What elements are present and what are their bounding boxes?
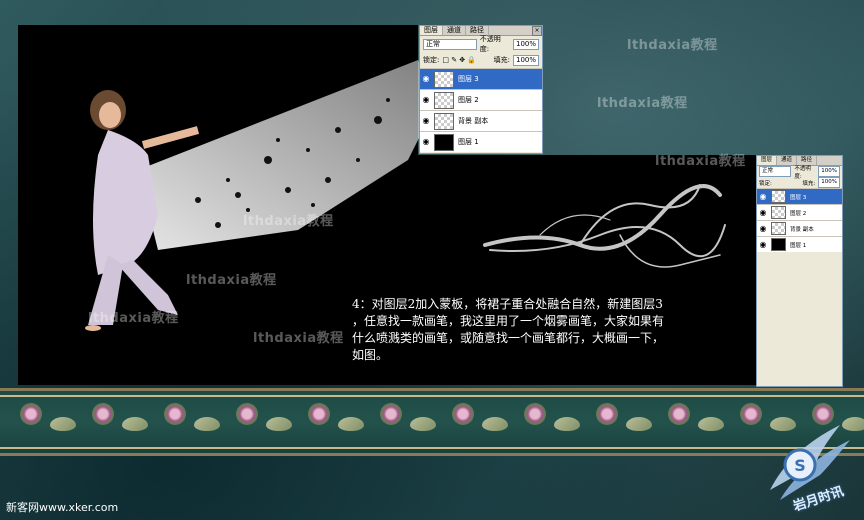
smoke-brush-stroke xyxy=(483,184,726,268)
watermark-text: lthdaxia教程 xyxy=(253,331,344,346)
leaf-ornament xyxy=(50,417,76,431)
tab-layers[interactable]: 图层 xyxy=(420,26,443,35)
tab-layers[interactable]: 图层 xyxy=(757,156,778,165)
layers-panel[interactable]: 图层 通道 路径 × 正常 不透明度: 100% 锁定: □ ✎ ✥ 🔒 填充:… xyxy=(419,25,543,154)
fill-label: 填充: xyxy=(493,56,510,64)
layer-name: 图层 1 xyxy=(790,242,807,249)
leaf-ornament xyxy=(482,417,508,431)
flower-ornament xyxy=(380,403,402,425)
watermark-text: lthdaxia教程 xyxy=(597,96,688,111)
tab-channels[interactable]: 通道 xyxy=(443,26,466,35)
flower-ornament xyxy=(236,403,258,425)
flower-ornament xyxy=(668,403,690,425)
svg-text:S: S xyxy=(794,456,806,475)
flower-ornament xyxy=(164,403,186,425)
border-line xyxy=(0,447,864,449)
close-icon[interactable]: × xyxy=(532,26,542,36)
layer-thumbnail xyxy=(771,206,786,219)
watermark-text: lthdaxia教程 xyxy=(88,311,179,326)
layers-panel-small[interactable]: 图层 通道 路径 正常 不透明度: 100% 锁定: 填充: 100% ◉ 图层… xyxy=(756,155,843,387)
watermark-text: lthdaxia教程 xyxy=(186,273,277,288)
layer-thumbnail xyxy=(434,133,454,151)
opacity-label: 不透明度: xyxy=(479,35,501,53)
decorative-floral-border xyxy=(0,388,864,456)
flower-ornament xyxy=(92,403,114,425)
leaf-ornament xyxy=(266,417,292,431)
layer-thumbnail xyxy=(434,112,454,130)
leaf-ornament xyxy=(554,417,580,431)
leaf-ornament xyxy=(194,417,220,431)
lock-label: 锁定: xyxy=(759,180,772,187)
opacity-label: 不透明度: xyxy=(794,165,811,180)
blend-mode-select[interactable]: 正常 xyxy=(423,38,477,50)
layer-name: 图层 2 xyxy=(458,96,479,104)
leaf-ornament xyxy=(122,417,148,431)
fill-label: 填充: xyxy=(802,180,816,187)
layer-thumbnail xyxy=(771,190,786,203)
leaf-ornament xyxy=(626,417,652,431)
lock-label: 锁定: xyxy=(423,56,440,64)
lock-icons[interactable]: □ ✎ ✥ 🔒 xyxy=(442,56,476,64)
layer-name: 图层 3 xyxy=(790,194,807,201)
eye-icon[interactable]: ◉ xyxy=(422,117,430,125)
watermark-text: lthdaxia教程 xyxy=(655,154,746,169)
layer-row[interactable]: ◉ 背景 副本 xyxy=(757,220,842,236)
eye-icon[interactable]: ◉ xyxy=(422,96,430,104)
layer-name: 背景 副本 xyxy=(458,117,489,125)
layer-row[interactable]: ◉ 图层 2 xyxy=(757,204,842,220)
eye-icon[interactable]: ◉ xyxy=(422,75,430,83)
layer-row[interactable]: ◉ 图层 2 xyxy=(420,89,542,110)
leaf-ornament xyxy=(698,417,724,431)
layer-thumbnail xyxy=(434,70,454,88)
layer-row[interactable]: ◉ 图层 1 xyxy=(420,131,542,152)
eye-icon[interactable]: ◉ xyxy=(759,224,767,233)
opacity-input[interactable]: 100% xyxy=(512,38,539,50)
site-url-text: 新客网www.xker.com xyxy=(6,501,119,514)
flower-ornament xyxy=(452,403,474,425)
watermark-text: lthdaxia教程 xyxy=(243,214,334,229)
fill-input[interactable]: 100% xyxy=(512,54,539,66)
layer-row[interactable]: ◉ 背景 副本 xyxy=(420,110,542,131)
eye-icon[interactable]: ◉ xyxy=(759,192,767,201)
layer-name: 图层 3 xyxy=(458,75,479,83)
dancer-figure xyxy=(85,90,200,331)
watermark-text: lthdaxia教程 xyxy=(627,38,718,53)
layer-row[interactable]: ◉ 图层 3 xyxy=(420,68,542,89)
leaf-ornament xyxy=(410,417,436,431)
leaf-ornament xyxy=(338,417,364,431)
fill-input[interactable]: 100% xyxy=(818,177,840,188)
layer-thumbnail xyxy=(771,222,786,235)
flower-ornament xyxy=(308,403,330,425)
layer-row[interactable]: ◉ 图层 1 xyxy=(757,236,842,252)
flower-ornament xyxy=(20,403,42,425)
flower-ornament xyxy=(596,403,618,425)
flower-ornament xyxy=(740,403,762,425)
layer-name: 图层 1 xyxy=(458,138,479,146)
eye-icon[interactable]: ◉ xyxy=(422,138,430,146)
layer-name: 背景 副本 xyxy=(790,226,814,233)
layer-name: 图层 2 xyxy=(790,210,807,217)
layer-thumbnail xyxy=(771,238,786,251)
flower-ornament xyxy=(524,403,546,425)
layer-row[interactable]: ◉ 图层 3 xyxy=(757,188,842,204)
layer-thumbnail xyxy=(434,91,454,109)
border-line xyxy=(0,395,864,397)
eye-icon[interactable]: ◉ xyxy=(759,240,767,249)
opacity-input[interactable]: 100% xyxy=(818,166,840,177)
tutorial-instruction-text: 4：对图层2加入蒙板，将裙子重合处融合自然，新建图层3 ，任意找一款画笔，我这里… xyxy=(352,297,665,362)
eye-icon[interactable]: ◉ xyxy=(759,208,767,217)
blend-mode-select[interactable]: 正常 xyxy=(759,166,792,177)
